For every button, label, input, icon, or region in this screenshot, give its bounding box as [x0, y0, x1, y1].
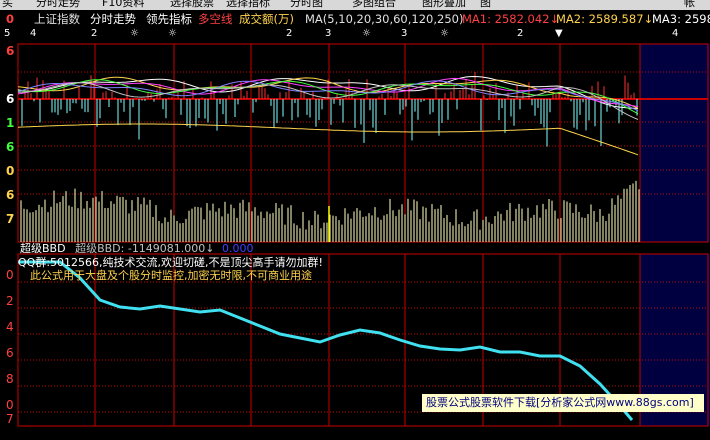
event-marker[interactable]: 4	[672, 28, 678, 39]
event-marker-row: 5 4 2 ☼ ☼ 2 3 ☼ 3 ☼ 2 ▼ 4	[0, 28, 710, 46]
sun-icon[interactable]: ☼	[130, 28, 139, 39]
chart-info-bar: 0 上证指数 分时走势 领先指标 多空线 成交额(万) MA(5,10,20,3…	[0, 10, 710, 28]
tab-f10[interactable]: F10资料	[102, 0, 144, 10]
tab-time-chart[interactable]: 分时图	[290, 0, 323, 10]
ma-params: MA(5,10,20,30,60,120,250)	[305, 12, 464, 26]
sun-icon[interactable]: ☼	[168, 28, 177, 39]
site-watermark[interactable]: 股票公式股票软件下载[分析家公式网www.88gs.com]	[422, 394, 704, 412]
axis-label: 6	[6, 92, 15, 106]
volume-label[interactable]: 成交额(万)	[239, 10, 294, 28]
right-panel-upper	[640, 44, 710, 242]
slow-line	[17, 123, 639, 156]
tab-multi-chart[interactable]: 多图组合	[352, 0, 396, 10]
lead-indicator-label[interactable]: 领先指标	[146, 10, 192, 28]
axis-label: 6	[6, 188, 15, 202]
tab-intraday[interactable]: 分时走势	[36, 0, 80, 10]
event-marker[interactable]: 2	[91, 28, 97, 39]
stock-name[interactable]: 上证指数	[34, 10, 80, 28]
axis-label: 7	[6, 212, 15, 226]
event-marker[interactable]: 3	[401, 28, 407, 39]
intraday-chart-canvas	[17, 43, 710, 427]
tab-buy[interactable]: 买	[2, 0, 13, 10]
event-marker[interactable]: 5	[4, 28, 10, 39]
axis-label: 8	[6, 372, 14, 386]
sun-icon[interactable]: ☼	[362, 28, 371, 39]
axis-label: 0	[6, 398, 14, 412]
axis-label: 6	[6, 140, 15, 154]
axis-label: 6	[6, 44, 15, 58]
axis-label: 0	[6, 268, 14, 282]
event-marker[interactable]: 4	[30, 28, 36, 39]
tab-overlay[interactable]: 图形叠加	[422, 0, 466, 10]
event-marker[interactable]: 3	[325, 28, 331, 39]
axis-label: 2	[6, 294, 14, 308]
down-triangle-icon[interactable]: ▼	[555, 28, 563, 39]
formula-usage-note: 此公式用于大盘及个股分时监控,加密无时限,不可商业用途	[30, 269, 312, 282]
ma2-value: MA2: 2589.587↓	[556, 12, 654, 26]
sun-icon[interactable]: ☼	[440, 28, 449, 39]
tab-select-indicator[interactable]: 选择指标	[226, 0, 270, 10]
multi-line-label[interactable]: 多空线	[198, 10, 233, 28]
tab-select-stock[interactable]: 选择股票	[170, 0, 214, 10]
event-marker[interactable]: 2	[517, 28, 523, 39]
view-label[interactable]: 分时走势	[90, 10, 136, 28]
axis-label: 6	[6, 346, 14, 360]
top-toolbar: 买 分时走势 F10资料 选择股票 选择指标 分时图 多图组合 图形叠加 图 帐	[0, 0, 710, 10]
axis-label: 7	[6, 412, 14, 426]
ma1-value: MA1: 2582.042↓	[462, 12, 560, 26]
event-marker[interactable]: 2	[286, 28, 292, 39]
axis-label: 0	[6, 164, 15, 178]
axis-label: 1	[6, 116, 15, 130]
ma3-value: MA3: 2598	[652, 12, 710, 26]
stock-marker: 0	[6, 12, 15, 26]
axis-label: 4	[6, 320, 14, 334]
tab-account[interactable]: 帐	[684, 0, 695, 10]
tab-chart[interactable]: 图	[480, 0, 491, 10]
